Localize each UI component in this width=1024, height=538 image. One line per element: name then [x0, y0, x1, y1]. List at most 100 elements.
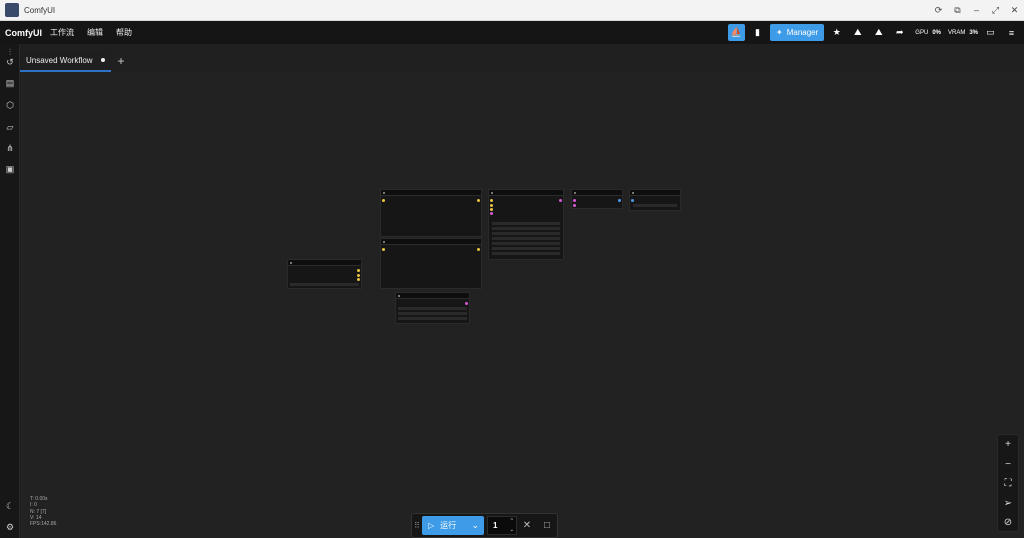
run-button[interactable]: ▷ 运行 ⌄: [422, 516, 484, 535]
model-download-icon[interactable]: ⛰: [870, 24, 887, 41]
widget-field[interactable]: [492, 222, 560, 225]
node-clip-text-encode-positive[interactable]: [380, 189, 482, 237]
drag-handle-icon[interactable]: ⠿: [414, 521, 422, 530]
node-header[interactable]: [489, 190, 563, 196]
node-header[interactable]: [630, 190, 680, 196]
widget-field[interactable]: [398, 307, 467, 310]
hide-links-icon[interactable]: ⊘: [998, 513, 1018, 533]
node-header[interactable]: [396, 293, 469, 299]
manager-label: Manager: [786, 28, 819, 37]
tab-unsaved-workflow[interactable]: Unsaved Workflow: [20, 50, 111, 72]
node-header[interactable]: [572, 190, 622, 196]
menu-workflow[interactable]: 工作流: [50, 27, 74, 38]
output-port[interactable]: [559, 199, 562, 202]
cancel-icon[interactable]: ✕: [517, 520, 537, 531]
widget-field[interactable]: [492, 247, 560, 250]
widget-field[interactable]: [290, 283, 359, 286]
popout-icon[interactable]: ⧉: [948, 5, 967, 16]
queue-count-value: 1: [493, 521, 498, 530]
widget-field[interactable]: [492, 237, 560, 240]
workflow-tabbar: Unsaved Workflow +: [20, 50, 125, 72]
theme-moon-icon[interactable]: ☾: [4, 500, 16, 512]
input-port[interactable]: [382, 199, 385, 202]
input-port[interactable]: [490, 212, 493, 215]
widget-field[interactable]: [398, 317, 467, 320]
vram-stat: VRAM 3%: [947, 29, 978, 36]
output-port[interactable]: [357, 269, 360, 272]
app-logo-icon: [5, 3, 19, 17]
input-port[interactable]: [490, 204, 493, 207]
queue-count-input[interactable]: 1 ⌃ ⌄: [487, 516, 517, 535]
input-port[interactable]: [490, 199, 493, 202]
window-controls: ⟳ ⧉ – ⤢ ✕: [929, 5, 1024, 16]
zoom-in-icon[interactable]: +: [998, 435, 1018, 455]
tab-label: Unsaved Workflow: [26, 55, 93, 65]
node-checkpoint-loader[interactable]: [287, 259, 362, 289]
zoom-controls: + − ⛶ ➢ ⊘: [997, 434, 1019, 532]
input-port[interactable]: [573, 204, 576, 207]
output-port[interactable]: [477, 248, 480, 251]
output-port[interactable]: [357, 278, 360, 281]
window-titlebar: ComfyUI ⟳ ⧉ – ⤢ ✕: [0, 0, 1024, 21]
node-clip-text-encode-negative[interactable]: [380, 238, 482, 289]
gpu-stat: GPU 0%: [915, 29, 941, 36]
locate-icon[interactable]: ➢: [998, 494, 1018, 514]
node-header[interactable]: [381, 190, 481, 196]
output-port[interactable]: [465, 302, 468, 305]
model-icon[interactable]: ⛰: [849, 24, 866, 41]
hamburger-menu-icon[interactable]: ≡: [1003, 24, 1020, 41]
document-icon[interactable]: ▤: [4, 77, 16, 89]
input-port[interactable]: [573, 199, 576, 202]
node-ksampler[interactable]: [488, 189, 564, 260]
image-icon[interactable]: ▣: [4, 163, 16, 175]
sync-icon[interactable]: ⟳: [929, 5, 948, 16]
new-tab-button[interactable]: +: [118, 54, 125, 68]
input-port[interactable]: [631, 199, 634, 202]
stop-icon[interactable]: □: [537, 520, 557, 531]
widget-field[interactable]: [492, 242, 560, 245]
panel-toggle-icon[interactable]: ▭: [982, 24, 999, 41]
cube-icon[interactable]: ⬡: [4, 99, 16, 111]
minimize-button[interactable]: –: [967, 5, 986, 16]
node-header[interactable]: [288, 260, 361, 266]
canvas-mode-icon[interactable]: ⛵: [728, 24, 746, 41]
node-vae-decode[interactable]: [571, 189, 623, 209]
graph-canvas[interactable]: [21, 72, 1024, 538]
output-port[interactable]: [477, 199, 480, 202]
zoom-out-icon[interactable]: −: [998, 455, 1018, 475]
menu-help[interactable]: 帮助: [116, 27, 132, 38]
widget-field[interactable]: [492, 232, 560, 235]
fit-view-icon[interactable]: ⛶: [998, 474, 1018, 494]
input-port[interactable]: [490, 208, 493, 211]
folder-icon[interactable]: ▱: [4, 121, 16, 133]
widget-field[interactable]: [492, 252, 560, 255]
node-empty-latent[interactable]: [395, 292, 470, 324]
network-icon[interactable]: ⋔: [4, 142, 16, 154]
widget-field[interactable]: [633, 204, 677, 207]
input-port[interactable]: [382, 248, 385, 251]
history-icon[interactable]: ↺: [4, 56, 16, 68]
bookmark-icon[interactable]: ▮: [749, 24, 766, 41]
node-save-image[interactable]: [629, 189, 681, 211]
widget-field[interactable]: [492, 227, 560, 230]
stepper-icon[interactable]: ⌃ ⌄: [510, 517, 514, 535]
share-icon[interactable]: ➦: [891, 24, 908, 41]
star-icon[interactable]: ★: [828, 24, 845, 41]
maximize-button[interactable]: ⤢: [986, 5, 1005, 16]
puzzle-icon: ✦: [776, 28, 783, 37]
close-button[interactable]: ✕: [1005, 5, 1024, 16]
brand-label: ComfyUI: [5, 27, 43, 38]
play-icon: ▷: [428, 521, 435, 530]
widget-field[interactable]: [398, 312, 467, 315]
sidebar: ⫶ ↺ ▤ ⬡ ▱ ⋔ ▣ ☾ ⚙: [0, 44, 20, 538]
manager-button[interactable]: ✦ Manager: [770, 24, 825, 41]
window-title: ComfyUI: [24, 5, 56, 15]
settings-gear-icon[interactable]: ⚙: [4, 521, 16, 533]
canvas-stats: T: 0.00s I: 0 N: 7 [7] V: 14 FPS:142.86: [30, 496, 56, 527]
chevron-down-icon[interactable]: ⌄: [471, 520, 479, 531]
menu-edit[interactable]: 编辑: [87, 27, 103, 38]
output-port[interactable]: [618, 199, 621, 202]
menubar: ComfyUI 工作流 编辑 帮助 ⛵ ▮ ✦ Manager ★ ⛰ ⛰ ➦ …: [0, 21, 1024, 44]
node-header[interactable]: [381, 239, 481, 245]
output-port[interactable]: [357, 274, 360, 277]
